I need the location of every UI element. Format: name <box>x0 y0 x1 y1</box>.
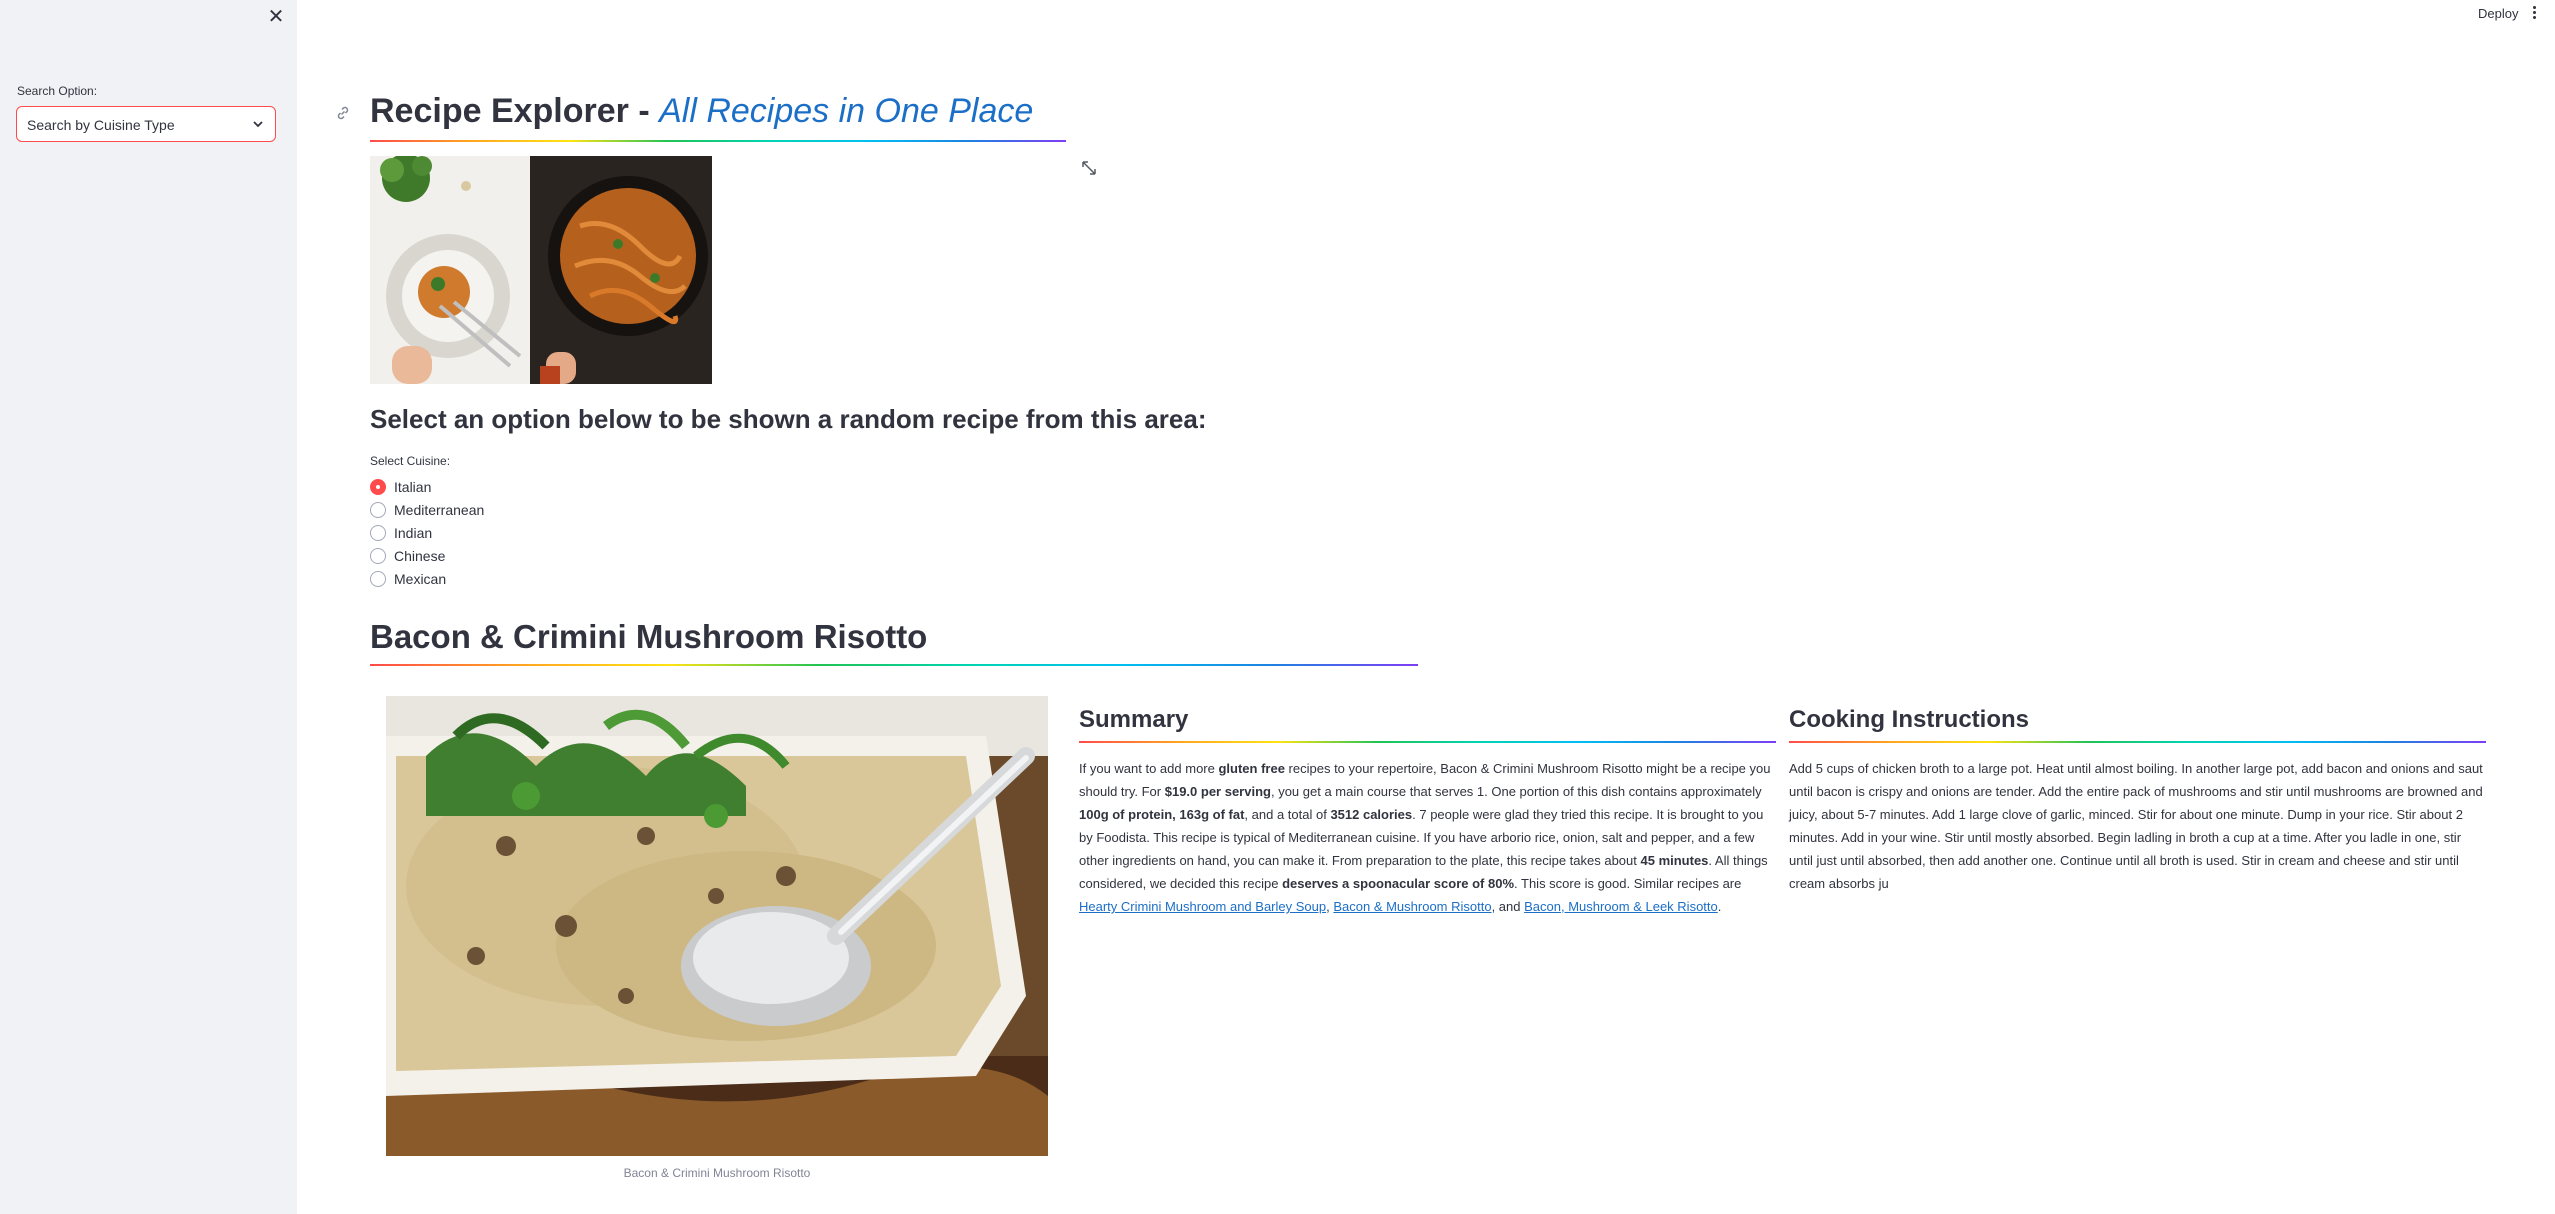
chevron-down-icon <box>253 121 263 128</box>
radio-unselected-icon <box>370 525 386 541</box>
search-option-value: Search by Cuisine Type <box>27 117 175 133</box>
radio-option-label: Mediterranean <box>394 502 485 518</box>
summary-text: If you want to add more gluten free reci… <box>1079 761 1771 914</box>
recipe-image-caption: Bacon & Crimini Mushroom Risotto <box>623 1166 811 1180</box>
radio-unselected-icon <box>370 571 386 587</box>
instructions-divider <box>1789 741 2486 743</box>
cuisine-radio-label: Select Cuisine: <box>370 454 451 468</box>
similar-recipe-link[interactable]: Hearty Crimini Mushroom and Barley Soup <box>1079 899 1326 914</box>
radio-option-mediterranean[interactable]: Mediterranean <box>370 500 484 520</box>
radio-option-italian[interactable]: Italian <box>370 477 431 497</box>
similar-recipe-link[interactable]: Bacon & Mushroom Risotto <box>1333 899 1491 914</box>
cuisine-image <box>370 156 712 384</box>
radio-option-label: Indian <box>394 525 433 541</box>
radio-option-mexican[interactable]: Mexican <box>370 569 446 589</box>
kebab-menu-icon[interactable] <box>2526 4 2542 24</box>
summary-divider <box>1079 741 1776 743</box>
radio-option-label: Chinese <box>394 548 446 564</box>
search-option-label: Search Option: <box>17 84 98 98</box>
search-option-select[interactable]: Search by Cuisine Type <box>16 106 276 142</box>
prompt-heading: Select an option below to be shown a ran… <box>370 404 1207 434</box>
sidebar: ✕ Search Option: Search by Cuisine Type <box>0 0 297 1214</box>
similar-recipe-link[interactable]: Bacon, Mushroom & Leek Risotto <box>1524 899 1718 914</box>
page-title-main: Recipe Explorer - <box>370 92 660 130</box>
radio-option-label: Mexican <box>394 571 447 587</box>
close-icon[interactable]: ✕ <box>265 6 287 28</box>
radio-option-label: Italian <box>394 479 432 495</box>
summary-heading: Summary <box>1079 706 1189 733</box>
radio-unselected-icon <box>370 502 386 518</box>
radio-unselected-icon <box>370 548 386 564</box>
radio-option-indian[interactable]: Indian <box>370 523 432 543</box>
radio-option-chinese[interactable]: Chinese <box>370 546 445 566</box>
page-title: Recipe Explorer - All Recipes in One Pla… <box>370 92 1033 131</box>
radio-selected-icon <box>370 479 386 495</box>
link-icon[interactable] <box>334 104 352 122</box>
title-divider <box>370 140 1066 142</box>
recipe-image <box>386 696 1048 1156</box>
expand-icon[interactable] <box>1081 160 1097 176</box>
recipe-title-divider <box>370 664 1418 666</box>
instructions-text: Add 5 cups of chicken broth to a large p… <box>1789 761 2483 891</box>
page-title-subtitle: All Recipes in One Place <box>659 92 1034 130</box>
deploy-button[interactable]: Deploy <box>2478 6 2518 21</box>
instructions-heading: Cooking Instructions <box>1789 706 2029 733</box>
recipe-title: Bacon & Crimini Mushroom Risotto <box>370 618 928 655</box>
